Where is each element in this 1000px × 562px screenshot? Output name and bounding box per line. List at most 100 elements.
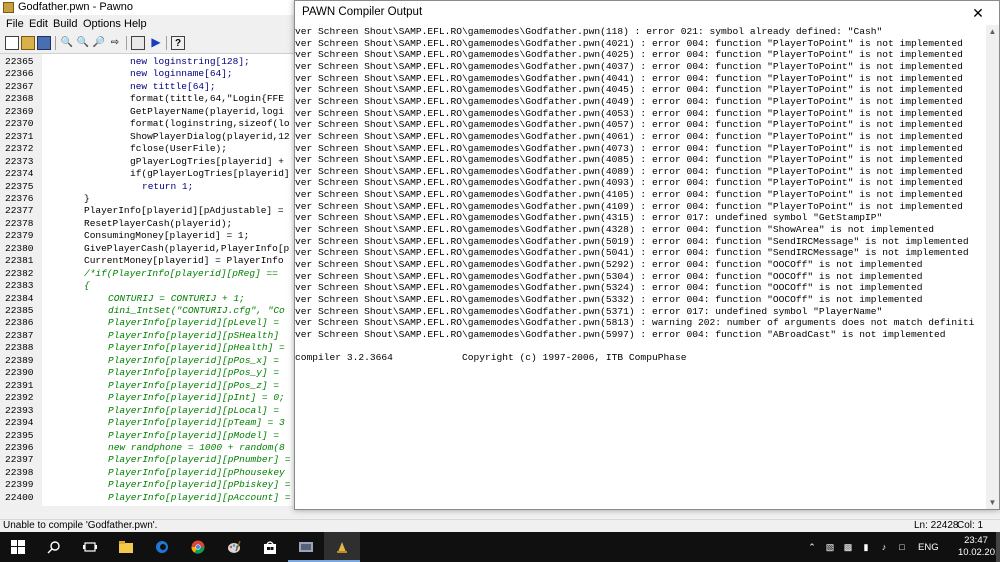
code-line: 22385 dini_IntSet("CONTURIJ.cfg", "Co (0, 305, 294, 317)
compiler-output-line: ver Schreen Shout\SAMP.EFL.RO\gamemodes\… (295, 270, 923, 282)
code-text: new loginname[64]; (130, 68, 233, 80)
compile-icon[interactable] (131, 36, 145, 50)
search-icon[interactable] (36, 532, 72, 562)
code-line: 22387 PlayerInfo[playerid][pSHealth] (0, 330, 294, 342)
show-desktop-button[interactable] (996, 532, 1000, 562)
new-file-icon[interactable] (5, 36, 19, 50)
code-text: format(tittle,64,"Login{FFE (130, 93, 284, 105)
pawno-icon[interactable] (324, 532, 360, 562)
volume-icon[interactable]: ♪ (878, 541, 890, 553)
line-number: 22393 (5, 404, 34, 416)
editor-horizontal-scrollbar[interactable] (0, 506, 300, 520)
line-number: 22380 (5, 242, 34, 254)
language-indicator[interactable]: ENG (918, 542, 939, 553)
code-line: 22367 new tittle[64]; (0, 81, 294, 93)
code-text: PlayerInfo[playerid][pPos_y] = (108, 367, 280, 379)
line-number: 22398 (5, 466, 34, 478)
menu-help[interactable]: Help (124, 18, 147, 30)
code-line: 22380 GivePlayerCash(playerid,PlayerInfo[… (0, 243, 294, 255)
code-line: 22366 new loginname[64]; (0, 68, 294, 80)
code-text: PlayerInfo[playerid][pModel] = (108, 429, 280, 441)
line-number: 22399 (5, 479, 34, 491)
menu-file[interactable]: File (6, 18, 24, 30)
edge-icon[interactable] (144, 532, 180, 562)
code-line: 22368 format(tittle,64,"Login{FFE (0, 93, 294, 105)
clock[interactable]: 23:47 10.02.2016 (958, 535, 1000, 559)
open-file-icon[interactable] (21, 36, 35, 50)
tray-app-icon[interactable]: ▩ (842, 541, 854, 553)
compiler-title-bar: PAWN Compiler Output ✕ (295, 1, 999, 25)
compiler-output-line: ver Schreen Shout\SAMP.EFL.RO\gamemodes\… (295, 165, 963, 177)
code-line: 22397 PlayerInfo[playerid][pPnumber] = (0, 454, 294, 466)
line-number: 22366 (5, 68, 34, 80)
code-text: return 1; (142, 180, 194, 192)
code-line: 22399 PlayerInfo[playerid][pPbiskey] = (0, 479, 294, 491)
save-file-icon[interactable] (37, 36, 51, 50)
menu-build[interactable]: Build (53, 18, 77, 30)
code-text: CurrentMoney[playerid] = PlayerInfo (84, 255, 284, 267)
battery-icon[interactable]: ▮ (860, 541, 872, 553)
compiler-output-line: ver Schreen Shout\SAMP.EFL.RO\gamemodes\… (295, 37, 963, 49)
line-number: 22389 (5, 354, 34, 366)
line-number: 22370 (5, 118, 34, 130)
windows-start-icon[interactable] (0, 532, 36, 562)
close-icon[interactable]: ✕ (965, 4, 991, 22)
chrome-icon[interactable] (180, 532, 216, 562)
find-next-icon[interactable]: 🔍 (76, 36, 90, 50)
code-line: 22377 PlayerInfo[playerid][pAdjustable] = (0, 205, 294, 217)
code-line: 22400 PlayerInfo[playerid][pAccount] = (0, 492, 294, 504)
line-number: 22391 (5, 379, 34, 391)
code-text: ResetPlayerCash(playerid); (84, 217, 233, 229)
code-editor[interactable]: 22365 new loginstring[128]; 22366 new login… (0, 54, 294, 506)
code-text: new tittle[64]; (130, 80, 216, 92)
task-view-icon[interactable] (72, 532, 108, 562)
code-text: } (84, 192, 90, 204)
photos-icon[interactable] (288, 532, 324, 562)
store-icon[interactable] (252, 532, 288, 562)
replace-icon[interactable]: 🔎 (92, 36, 106, 50)
code-text: ShowPlayerDialog(playerid,12 (130, 130, 290, 142)
compiler-output-line: ver Schreen Shout\SAMP.EFL.RO\gamemodes\… (295, 95, 963, 107)
goto-line-icon[interactable]: ⇨ (108, 36, 122, 50)
line-number: 22392 (5, 392, 34, 404)
code-line: 22389 PlayerInfo[playerid][pPos_x] = (0, 355, 294, 367)
code-line: 22392 PlayerInfo[playerid][pInt] = 0; (0, 392, 294, 404)
network-icon[interactable]: ▧ (824, 541, 836, 553)
menu-bar: File Edit Build Options Help (0, 15, 300, 33)
compiler-vertical-scrollbar[interactable]: ▲ ▼ (986, 25, 999, 509)
line-number: 22373 (5, 155, 34, 167)
code-text: PlayerInfo[playerid][pPhousekey (108, 466, 285, 478)
code-line: 22372 fclose(UserFile); (0, 143, 294, 155)
run-icon[interactable]: ▶ (149, 36, 163, 50)
line-number: 22369 (5, 105, 34, 117)
code-line: 22376} (0, 193, 294, 205)
code-text: PlayerInfo[playerid][pTeam] = 3 (108, 417, 285, 429)
chevron-up-icon[interactable]: ⌃ (806, 541, 818, 553)
menu-options[interactable]: Options (83, 18, 121, 30)
toolbar: 🔍 🔍 🔎 ⇨ ▶ ? (0, 33, 300, 54)
help-icon[interactable]: ? (171, 36, 185, 50)
compiler-output-line: compiler 3.2.3664 Copyright (c) 1997-200… (295, 352, 687, 364)
line-number: 22384 (5, 292, 34, 304)
code-line: 22383 { (0, 280, 294, 292)
compiler-output-line: ver Schreen Shout\SAMP.EFL.RO\gamemodes\… (295, 119, 963, 131)
file-explorer-icon[interactable] (108, 532, 144, 562)
code-line: 22375 return 1; (0, 181, 294, 193)
paint-icon[interactable] (216, 532, 252, 562)
scroll-up-icon[interactable]: ▲ (986, 25, 999, 38)
code-text: PlayerInfo[playerid][pLocal] = (108, 404, 285, 416)
notification-message-icon[interactable]: □ (896, 541, 908, 553)
find-icon[interactable]: 🔍 (60, 36, 74, 50)
code-line: 22379 ConsumingMoney[playerid] = 1; (0, 230, 294, 242)
line-number: 22379 (5, 230, 34, 242)
menu-edit[interactable]: Edit (29, 18, 48, 30)
code-line: 22396 new randphone = 1000 + random(8 (0, 442, 294, 454)
compiler-output-line: ver Schreen Shout\SAMP.EFL.RO\gamemodes\… (295, 200, 963, 212)
code-line: 22391 PlayerInfo[playerid][pPos_z] = (0, 380, 294, 392)
compiler-output-line: ver Schreen Shout\SAMP.EFL.RO\gamemodes\… (295, 107, 963, 119)
compiler-output-line: ver Schreen Shout\SAMP.EFL.RO\gamemodes\… (295, 293, 923, 305)
status-column: Col: 1 (957, 520, 984, 531)
code-text: PlayerInfo[playerid][pPbiskey] = (108, 479, 291, 491)
scroll-down-icon[interactable]: ▼ (986, 496, 999, 509)
code-line: 22386 PlayerInfo[playerid][pLevel] = (0, 317, 294, 329)
